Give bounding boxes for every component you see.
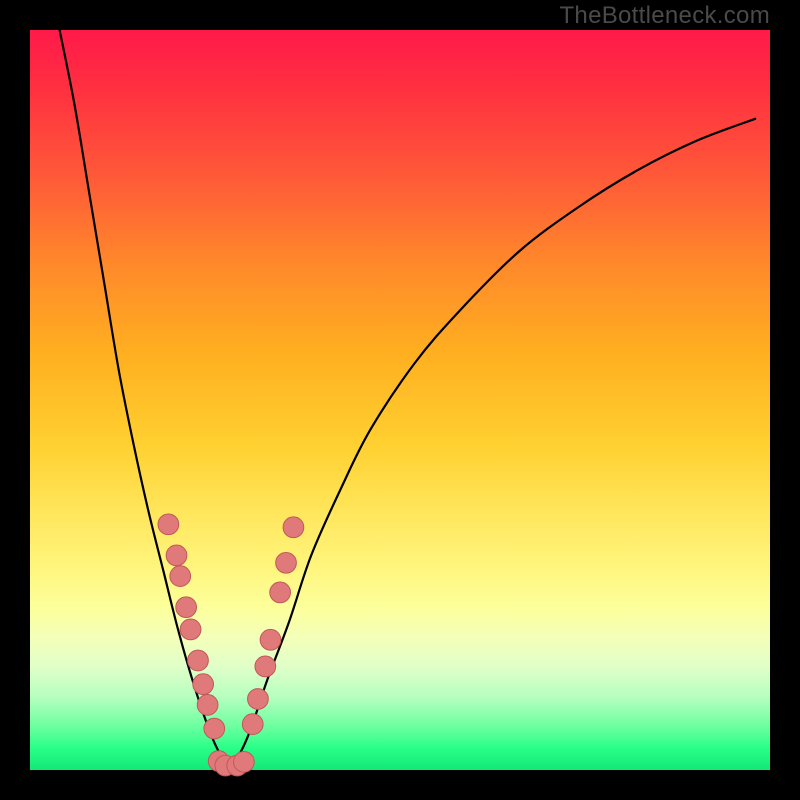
curve-right-arm [230,119,755,767]
marker-dot [248,689,269,710]
marker-dot [166,545,187,566]
marker-dot [180,619,201,640]
outer-frame: TheBottleneck.com [0,0,800,800]
marker-dot [176,597,197,618]
marker-dot [255,656,276,677]
marker-dot [170,566,191,587]
marker-dot [260,629,281,650]
bottleneck-curve [0,0,800,800]
marker-dot [270,582,291,603]
marker-dot [158,514,179,535]
marker-dot [197,695,218,716]
marker-dot [283,517,304,538]
marker-dot [276,552,297,573]
marker-dot [242,714,263,735]
marker-dot [193,674,214,695]
marker-dot [188,650,209,671]
marker-dot [234,752,255,773]
marker-dot [204,718,225,739]
